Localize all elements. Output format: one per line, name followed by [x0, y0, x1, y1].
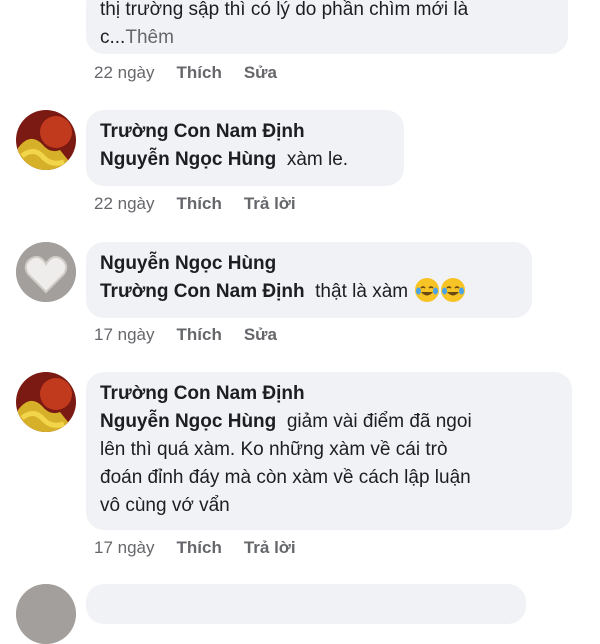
comment-time[interactable]: 17 ngày	[94, 325, 155, 345]
mention-link[interactable]: Nguyễn Ngọc Hùng	[100, 149, 276, 170]
reply-button[interactable]: Trả lời	[244, 194, 296, 214]
edit-button[interactable]: Sửa	[244, 63, 277, 83]
comment-text-line: đoán đỉnh đáy mà còn xàm về cách lập luậ…	[100, 467, 471, 488]
avatar-image	[16, 110, 76, 170]
mention-link[interactable]: Nguyễn Ngọc Hùng	[100, 411, 276, 432]
avatar-image	[16, 242, 76, 302]
comment-meta: 17 ngày Thích Sửa	[94, 325, 299, 345]
avatar[interactable]	[16, 110, 76, 170]
reply-button[interactable]: Trả lời	[244, 538, 296, 558]
comment-time[interactable]: 22 ngày	[94, 194, 155, 214]
like-button[interactable]: Thích	[177, 194, 222, 214]
comment-text: xàm le.	[286, 149, 349, 170]
comment-text-line: vô cùng vớ vẩn	[100, 495, 230, 516]
comment-meta: 22 ngày Thích Trả lời	[94, 194, 318, 214]
comment-bubble: Trường Con Nam Định Nguyễn Ngọc Hùng xàm…	[86, 110, 404, 186]
like-button[interactable]: Thích	[177, 538, 222, 558]
avatar[interactable]	[16, 242, 76, 302]
comment-author[interactable]: Trường Con Nam Định	[100, 118, 390, 146]
avatar[interactable]	[16, 372, 76, 432]
comment-time[interactable]: 22 ngày	[94, 63, 155, 83]
comment-text: giảm vài điểm đã ngoi	[286, 411, 472, 432]
laughing-tears-emoji-icon	[415, 278, 440, 302]
like-button[interactable]: Thích	[177, 63, 222, 83]
edit-button[interactable]: Sửa	[244, 325, 277, 345]
comment-text: thật là xàm	[315, 281, 409, 302]
comment-text-line: c...	[100, 27, 126, 48]
laughing-tears-emoji-icon	[441, 278, 466, 302]
comment-meta: 22 ngày Thích Sửa	[94, 63, 299, 83]
comment-time[interactable]: 17 ngày	[94, 538, 155, 558]
comment-bubble: thị trường sập thì có lý do phần chìm mớ…	[86, 0, 568, 54]
like-button[interactable]: Thích	[177, 325, 222, 345]
comment-text-line: lên thì quá xàm. Ko những xàm về cái trò	[100, 439, 448, 460]
avatar[interactable]	[16, 584, 76, 644]
avatar-image	[16, 584, 76, 644]
comment-text-line: thị trường sập thì có lý do phần chìm mớ…	[100, 0, 469, 20]
comment-bubble	[86, 584, 526, 624]
avatar-image	[16, 372, 76, 432]
comment-author[interactable]: Trường Con Nam Định	[100, 380, 558, 408]
see-more-link[interactable]: Thêm	[125, 27, 174, 48]
comment-author[interactable]: Nguyễn Ngọc Hùng	[100, 250, 518, 278]
comment-bubble: Nguyễn Ngọc Hùng Trường Con Nam Định thậ…	[86, 242, 532, 318]
mention-link[interactable]: Trường Con Nam Định	[100, 281, 305, 302]
comment-meta: 17 ngày Thích Trả lời	[94, 538, 318, 558]
comment-bubble: Trường Con Nam Định Nguyễn Ngọc Hùng giả…	[86, 372, 572, 530]
